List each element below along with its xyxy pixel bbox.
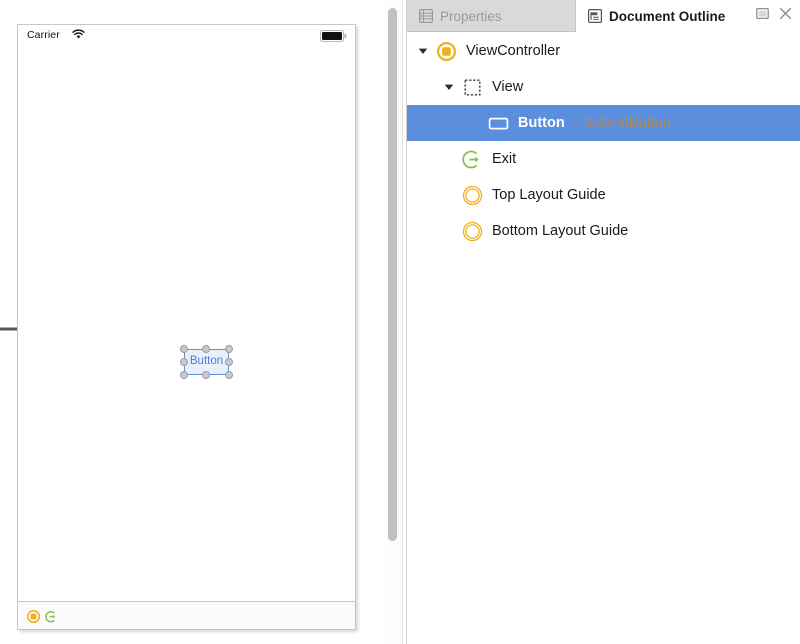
tree-row-bottom-layout-guide[interactable]: Bottom Layout Guide: [407, 213, 800, 249]
exit-icon: [461, 148, 483, 170]
resize-handle-bottom-left[interactable]: [180, 371, 188, 379]
wifi-icon: [72, 29, 85, 43]
maximize-icon[interactable]: [756, 7, 769, 25]
view-controller-icon: [435, 40, 457, 62]
canvas-vertical-scrollbar[interactable]: [385, 0, 401, 644]
tree-label: Button: [518, 115, 565, 131]
document-outline-tree[interactable]: ViewController View Button – SubmitButto…: [407, 33, 800, 644]
canvas-scrollbar-thumb[interactable]: [388, 8, 397, 541]
resize-handle-middle-right[interactable]: [225, 358, 233, 366]
chevron-down-icon[interactable]: [443, 81, 455, 93]
tab-properties[interactable]: Properties: [407, 0, 576, 32]
tree-row-annotation: – SubmitButton: [571, 115, 671, 131]
tree-label: Top Layout Guide: [492, 187, 606, 203]
canvas-button-selection[interactable]: Button: [167, 332, 233, 382]
scene-dock-bar[interactable]: [18, 601, 355, 629]
document-outline-icon: [588, 9, 602, 23]
layout-guide-icon: [461, 184, 483, 206]
properties-list-icon: [419, 9, 433, 23]
tree-row-button[interactable]: Button – SubmitButton: [407, 105, 800, 141]
close-icon[interactable]: [779, 7, 792, 25]
pane-divider: [402, 0, 403, 644]
device-status-bar: Carrier: [18, 25, 355, 47]
inspector-tab-bar: Properties Document Outline: [407, 0, 800, 32]
resize-handle-bottom-center[interactable]: [202, 371, 210, 379]
button-rect-icon: [487, 112, 509, 134]
exit-icon[interactable]: [45, 610, 58, 628]
tree-row-top-layout-guide[interactable]: Top Layout Guide: [407, 177, 800, 213]
view-controller-icon[interactable]: [26, 609, 41, 628]
resize-handle-middle-left[interactable]: [180, 358, 188, 366]
tree-row-view[interactable]: View: [407, 69, 800, 105]
device-scene-frame[interactable]: Carrier Button: [17, 24, 356, 630]
resize-handle-top-left[interactable]: [180, 345, 188, 353]
inspector-pane: Properties Document Outline ViewControll…: [407, 0, 800, 644]
tree-label: View: [492, 79, 524, 95]
tree-row-exit[interactable]: Exit: [407, 141, 800, 177]
layout-guide-icon: [461, 220, 483, 242]
tree-label: Bottom Layout Guide: [492, 223, 629, 239]
battery-icon: [320, 30, 347, 45]
tab-properties-label: Properties: [440, 8, 502, 24]
window-buttons: [756, 0, 792, 32]
tab-document-outline-label: Document Outline: [609, 8, 726, 24]
status-carrier-label: Carrier: [27, 29, 60, 41]
view-dashed-square-icon: [461, 76, 483, 98]
resize-handle-bottom-right[interactable]: [225, 371, 233, 379]
tree-label: ViewController: [466, 43, 561, 59]
resize-handle-top-right[interactable]: [225, 345, 233, 353]
tree-row-view-controller[interactable]: ViewController: [407, 33, 800, 69]
tree-label: Exit: [492, 151, 517, 167]
scene-view-body[interactable]: Button: [18, 47, 355, 601]
chevron-down-icon[interactable]: [417, 45, 429, 57]
storyboard-canvas-pane[interactable]: Carrier Button: [0, 0, 384, 644]
resize-handle-top-center[interactable]: [202, 345, 210, 353]
